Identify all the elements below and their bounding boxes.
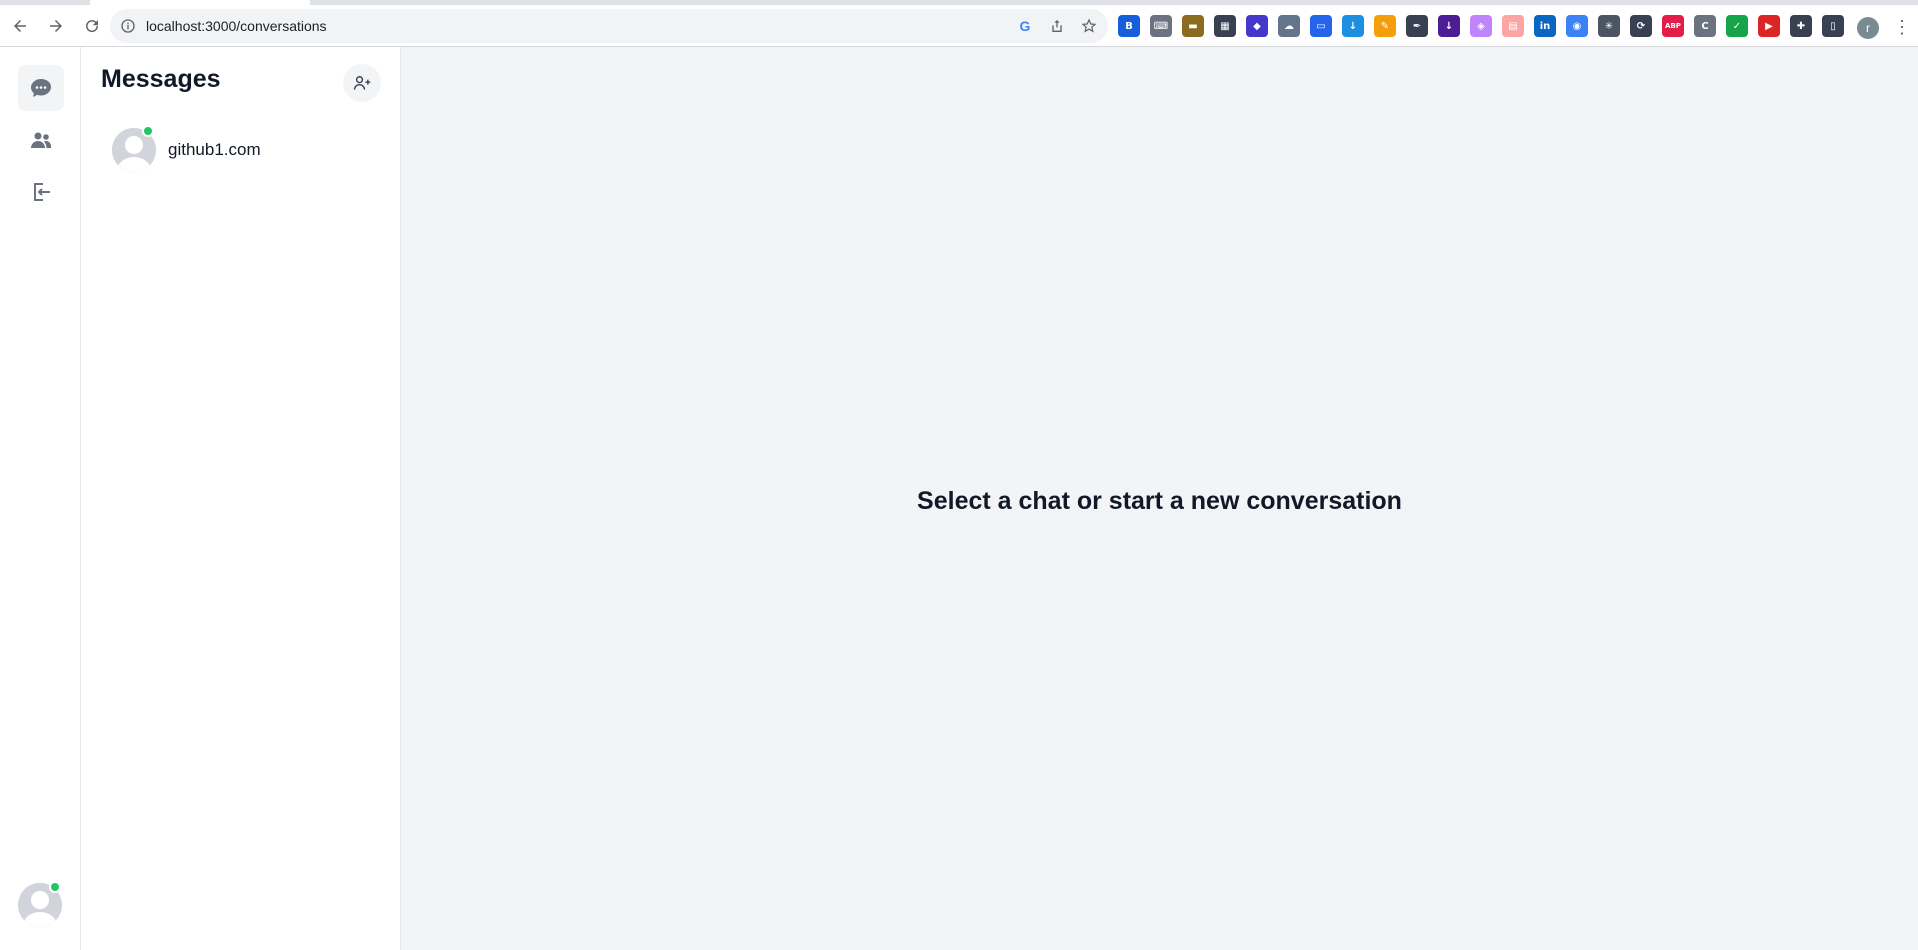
nav-conversations-button[interactable] [18,65,64,111]
pencil-icon[interactable]: ✎ [1374,15,1396,37]
browser-menu-icon[interactable]: ⋮ [1893,17,1911,37]
chat-area: Select a chat or start a new conversatio… [401,47,1918,950]
info-icon[interactable] [120,18,136,34]
nav-users-button[interactable] [18,117,64,163]
linkedin-icon[interactable]: in [1534,15,1556,37]
chat-ext-icon[interactable]: ▭ [1310,15,1332,37]
shield-check-icon[interactable]: ✓ [1726,15,1748,37]
sync-icon[interactable]: ⟳ [1630,15,1652,37]
google-icon[interactable]: G [1016,17,1034,35]
puzzle-icon[interactable]: ✚ [1790,15,1812,37]
downloader-icon[interactable]: ↓ [1438,15,1460,37]
profile-avatar[interactable]: r [1857,17,1879,39]
cloud-off-icon[interactable]: ☁ [1278,15,1300,37]
bookmark-star-icon[interactable] [1080,17,1098,35]
address-bar[interactable]: localhost:3000/conversations G [110,9,1108,43]
current-user-online-indicator [49,881,61,893]
bitwarden-icon[interactable]: B [1118,15,1140,37]
forward-button[interactable] [40,10,72,42]
page-title: Messages [101,65,221,93]
users-icon [31,132,51,148]
adblock-icon[interactable]: ABP [1662,15,1684,37]
url-text[interactable]: localhost:3000/conversations [146,18,327,34]
arrow-right-icon [50,19,62,32]
reload-icon [86,19,99,32]
chat-bubble-icon [31,79,51,97]
nav-logout-button[interactable] [18,169,64,215]
extensions-bar: B ⌨ ▬ ▦ ◆ ☁ ▭ ↓ ✎ ✒ ↓ ◈ ▤ in ◉ ✳ ⟳ ABP C ✓ ▶ ✚ ▯ [1118,15,1844,37]
conversation-name: github1.com [168,140,261,159]
video-off-icon[interactable]: ▶ [1758,15,1780,37]
reload-button[interactable] [76,10,108,42]
logout-icon [34,183,50,201]
conversations-panel: Messages github1.com [81,47,401,950]
arrow-left-icon [14,19,26,32]
qr-icon[interactable]: ▦ [1214,15,1236,37]
cake-icon[interactable]: ▬ [1182,15,1204,37]
back-button[interactable] [4,10,36,42]
bug-icon[interactable]: ✳ [1598,15,1620,37]
keyboard-icon[interactable]: ⌨ [1150,15,1172,37]
share-icon[interactable] [1048,17,1066,35]
download-icon[interactable]: ↓ [1342,15,1364,37]
user-plus-icon [353,76,371,90]
calendar-icon[interactable]: ▤ [1502,15,1524,37]
camera-icon[interactable]: ◉ [1566,15,1588,37]
sidepanel-icon[interactable]: ▯ [1822,15,1844,37]
conversation-list-item[interactable]: github1.com [91,122,391,178]
browser-toolbar: localhost:3000/conversations G B ⌨ ▬ ▦ ◆ ☁ ▭ ↓ ✎… [0,5,1918,47]
new-group-button[interactable] [343,64,381,102]
online-indicator [142,125,154,137]
gradient-icon[interactable]: ◈ [1470,15,1492,37]
app-root: Messages github1.com Select a chat or st… [0,47,1918,950]
empty-state-message: Select a chat or start a new conversatio… [917,487,1402,515]
stack-icon[interactable]: ◆ [1246,15,1268,37]
pen-tool-icon[interactable]: ✒ [1406,15,1428,37]
cookie-icon[interactable]: C [1694,15,1716,37]
nav-rail [0,47,81,950]
